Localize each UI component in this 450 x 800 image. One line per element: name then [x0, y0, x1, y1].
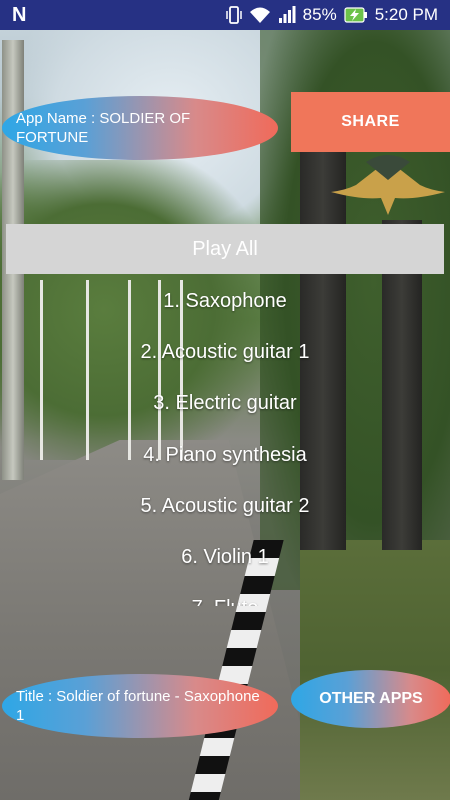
track-item[interactable]: 1. Saxophone: [0, 276, 450, 327]
signal-icon: [278, 6, 296, 23]
share-button[interactable]: SHARE: [291, 92, 450, 152]
track-item[interactable]: 6. Violin 1: [0, 532, 450, 583]
track-item[interactable]: 2. Acoustic guitar 1: [0, 327, 450, 378]
track-item[interactable]: 7. Flute: [0, 583, 450, 606]
battery-charging-icon: [344, 7, 367, 23]
track-list[interactable]: 1. Saxophone 2. Acoustic guitar 1 3. Ele…: [0, 276, 450, 606]
status-bar: N 85% 5:20 PM: [0, 0, 450, 30]
share-button-label: SHARE: [341, 113, 400, 130]
wifi-icon: [249, 7, 270, 23]
track-item[interactable]: 4. Piano synthesia: [0, 430, 450, 481]
app-name-text: App Name : SOLDIER OF FORTUNE: [16, 110, 191, 146]
vibrate-icon: [225, 6, 242, 24]
track-item[interactable]: 3. Electric guitar: [0, 378, 450, 429]
other-apps-label: OTHER APPS: [319, 690, 423, 707]
app-name-label: App Name : SOLDIER OF FORTUNE: [2, 96, 278, 160]
play-all-button[interactable]: Play All: [6, 224, 444, 274]
other-apps-button[interactable]: OTHER APPS: [291, 670, 450, 728]
clock: 5:20 PM: [374, 5, 438, 24]
notification-app-icon: N: [12, 3, 27, 26]
track-item[interactable]: 5. Acoustic guitar 2: [0, 481, 450, 532]
now-playing-label: Title : Soldier of fortune - Saxophone 1: [2, 674, 278, 738]
emblem-icon: [331, 155, 445, 215]
play-all-label: Play All: [192, 237, 258, 260]
battery-percent: 85%: [302, 5, 337, 24]
now-playing-text: Title : Soldier of fortune - Saxophone 1: [16, 688, 260, 724]
